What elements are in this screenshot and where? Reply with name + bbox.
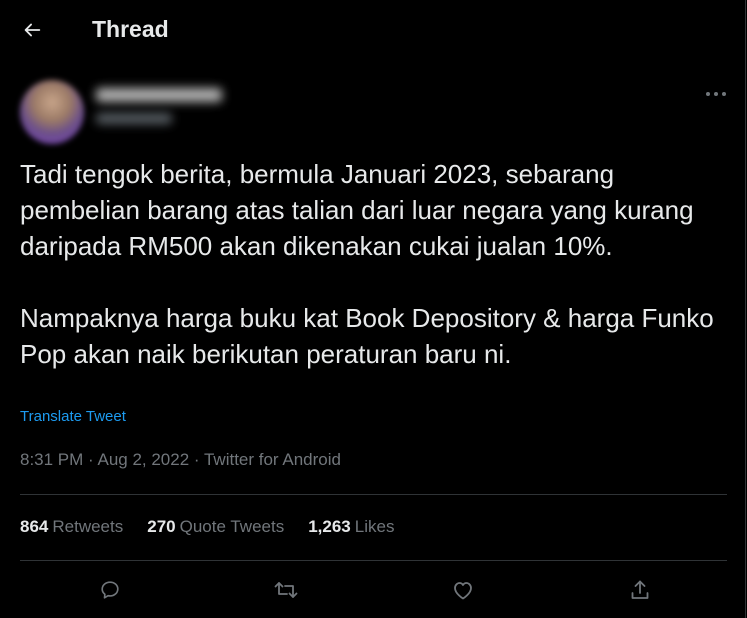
share-icon [631, 580, 649, 599]
translate-tweet-link[interactable]: Translate Tweet [20, 408, 126, 425]
avatar[interactable] [20, 80, 84, 144]
quote-tweets-stat[interactable]: 270 Quote Tweets [147, 517, 284, 537]
retweet-button[interactable] [270, 574, 302, 606]
tweet-text: Tadi tengok berita, bermula Januari 2023… [20, 159, 714, 369]
retweets-count: 864 [20, 517, 49, 536]
author-handle-redacted[interactable] [96, 113, 172, 124]
quote-tweets-count: 270 [147, 517, 176, 536]
engagement-stats: 864 Retweets 270 Quote Tweets 1,263 Likes [20, 517, 394, 537]
share-button[interactable] [624, 574, 656, 606]
likes-stat[interactable]: 1,263 Likes [308, 517, 394, 537]
author-name-redacted[interactable] [96, 88, 222, 102]
arrow-left-icon [24, 23, 41, 37]
retweets-label: Retweets [52, 517, 124, 536]
like-button[interactable] [447, 574, 479, 606]
retweets-stat[interactable]: 864 Retweets [20, 517, 123, 537]
divider [20, 494, 727, 495]
divider [20, 560, 727, 561]
likes-label: Likes [354, 517, 395, 536]
thread-view: Thread Tadi tengok berita, bermula Janua… [0, 0, 746, 618]
header: Thread [0, 0, 745, 60]
reply-icon [101, 581, 119, 599]
more-options-button[interactable] [700, 84, 732, 104]
like-icon [454, 582, 472, 600]
retweet-icon [274, 582, 298, 598]
quote-tweets-label: Quote Tweets [179, 517, 285, 536]
more-icon [706, 92, 726, 96]
likes-count: 1,263 [308, 517, 351, 536]
reply-button[interactable] [94, 574, 126, 606]
page-title: Thread [92, 16, 169, 42]
tweet-timestamp[interactable]: 8:31 PM · Aug 2, 2022 · Twitter for Andr… [20, 450, 341, 470]
back-button[interactable] [14, 12, 50, 48]
